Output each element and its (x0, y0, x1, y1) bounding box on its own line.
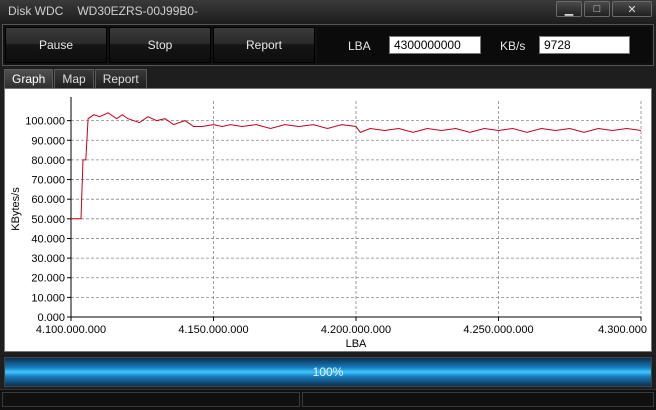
speed-label: KB/s (500, 39, 526, 53)
status-bar (0, 389, 656, 410)
y-tick-label: 90.000 (31, 135, 65, 147)
toolbar: Pause Stop Report LBA 4300000000 KB/s 97… (2, 24, 654, 66)
x-tick-label: 4.150.000.000 (178, 324, 248, 336)
y-tick-label: 40.000 (31, 233, 65, 245)
tab-map[interactable]: Map (54, 69, 94, 88)
y-tick-label: 50.000 (31, 214, 65, 226)
status-fields: LBA 4300000000 KB/s 9728 (317, 27, 651, 63)
drive-model: WD30EZRS-00J99B0- (77, 4, 199, 18)
stop-button[interactable]: Stop (109, 27, 211, 63)
x-tick-label: 4.250.000.000 (463, 324, 533, 336)
x-axis-label: LBA (346, 338, 367, 350)
minimize-button[interactable]: ▁ (556, 1, 582, 17)
app-title: Disk WDC (8, 4, 64, 18)
window-controls: ▁ □ ✕ (554, 1, 652, 17)
y-tick-label: 0.000 (37, 312, 65, 324)
minimize-icon: ▁ (564, 3, 574, 16)
x-tick-label: 4.300.000 (598, 324, 647, 336)
y-tick-label: 20.000 (31, 273, 65, 285)
speed-chart: 0.000 10.000 20.000 30.000 40.000 50.000 60.00… (10, 97, 647, 350)
window-title: Disk WDC WD30EZRS-00J99B0- (8, 4, 198, 18)
x-tick-label: 4.200.000.000 (321, 324, 391, 336)
app-window: Disk WDC WD30EZRS-00J99B0- ▁ □ ✕ Pause St… (0, 0, 656, 410)
y-axis-label: KBytes/s (10, 187, 22, 231)
close-icon: ✕ (627, 3, 637, 16)
tab-graph[interactable]: Graph (4, 69, 54, 89)
graph-panel: 0.000 10.000 20.000 30.000 40.000 50.000 60.00… (4, 88, 652, 352)
y-tick-label: 100.000 (25, 116, 65, 128)
pause-button[interactable]: Pause (5, 27, 107, 63)
maximize-button[interactable]: □ (584, 1, 610, 17)
status-segment-2 (302, 392, 654, 407)
progress-text: 100% (312, 365, 344, 379)
maximize-icon: □ (593, 3, 601, 15)
x-tick-label: 4.100.000.000 (36, 324, 106, 336)
y-tick-label: 70.000 (31, 175, 65, 187)
lba-field[interactable]: 4300000000 (389, 36, 481, 54)
tab-bar: Graph Map Report (4, 69, 148, 89)
report-button[interactable]: Report (213, 27, 315, 63)
y-tick-label: 80.000 (31, 155, 65, 167)
title-bar[interactable]: Disk WDC WD30EZRS-00J99B0- ▁ □ ✕ (0, 0, 656, 22)
close-button[interactable]: ✕ (612, 1, 652, 17)
tab-report[interactable]: Report (94, 69, 147, 88)
status-segment-1 (2, 392, 300, 407)
speed-field[interactable]: 9728 (539, 36, 630, 54)
y-tick-label: 30.000 (31, 253, 65, 265)
progress-bar: 100% (4, 357, 652, 387)
lba-label: LBA (348, 39, 371, 53)
y-tick-label: 10.000 (31, 292, 65, 304)
y-tick-label: 60.000 (31, 194, 65, 206)
